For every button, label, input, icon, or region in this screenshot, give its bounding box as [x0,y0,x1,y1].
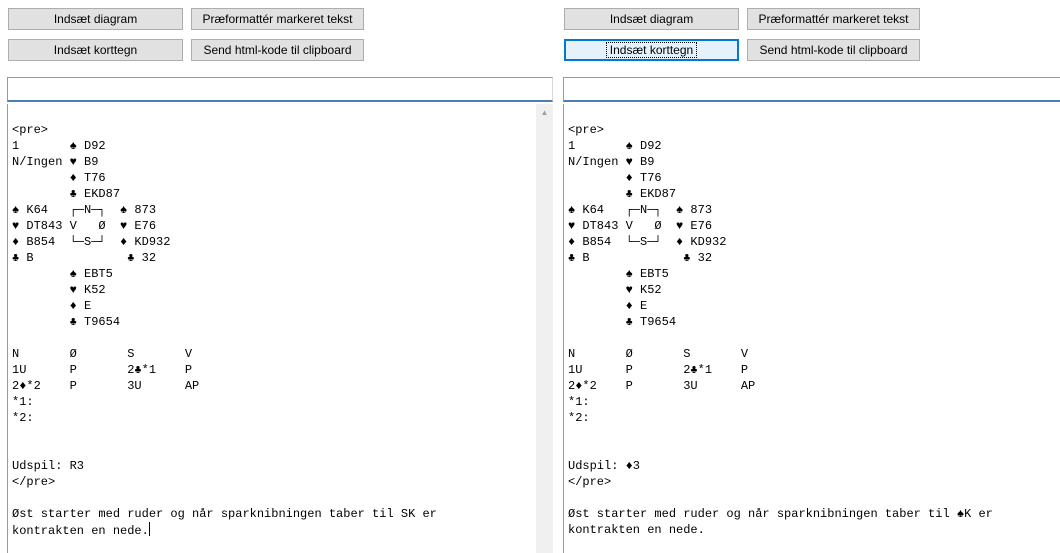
right-editor[interactable]: <pre> 1 ♠ D92 N/Ingen ♥ B9 ♦ T76 ♣ EKD87… [563,104,1060,553]
insert-diagram-button[interactable]: Indsæt diagram [8,8,183,30]
left-editor[interactable]: <pre> 1 ♠ D92 N/Ingen ♥ B9 ♦ T76 ♣ EKD87… [7,104,553,553]
send-html-button[interactable]: Send html-kode til clipboard [191,39,364,61]
left-text-input[interactable] [7,77,553,102]
insert-card-symbol-label: Indsæt korttegn [53,43,138,57]
insert-diagram-label: Indsæt diagram [53,12,138,26]
left-scrollbar[interactable]: ▲ [536,104,553,553]
right-insert-card-symbol-label: Indsæt korttegn [605,42,698,58]
insert-card-symbol-button[interactable]: Indsæt korttegn [8,39,183,61]
right-text-input[interactable] [563,77,1060,102]
preformat-selected-button[interactable]: Præformattér markeret tekst [191,8,364,30]
right-insert-card-symbol-button[interactable]: Indsæt korttegn [564,39,739,61]
right-send-html-label: Send html-kode til clipboard [759,43,908,57]
right-send-html-button[interactable]: Send html-kode til clipboard [747,39,920,61]
left-editor-content[interactable]: <pre> 1 ♠ D92 N/Ingen ♥ B9 ♦ T76 ♣ EKD87… [8,104,553,539]
left-editor-text: <pre> 1 ♠ D92 N/Ingen ♥ B9 ♦ T76 ♣ EKD87… [12,123,437,538]
right-insert-diagram-label: Indsæt diagram [609,12,694,26]
preformat-selected-label: Præformattér markeret tekst [202,12,353,26]
right-preformat-selected-label: Præformattér markeret tekst [758,12,909,26]
right-preformat-selected-button[interactable]: Præformattér markeret tekst [747,8,920,30]
send-html-label: Send html-kode til clipboard [203,43,352,57]
scroll-up-arrow-icon[interactable]: ▲ [536,104,553,121]
text-caret [148,522,150,536]
right-editor-content[interactable]: <pre> 1 ♠ D92 N/Ingen ♥ B9 ♦ T76 ♣ EKD87… [564,104,1060,538]
right-insert-diagram-button[interactable]: Indsæt diagram [564,8,739,30]
